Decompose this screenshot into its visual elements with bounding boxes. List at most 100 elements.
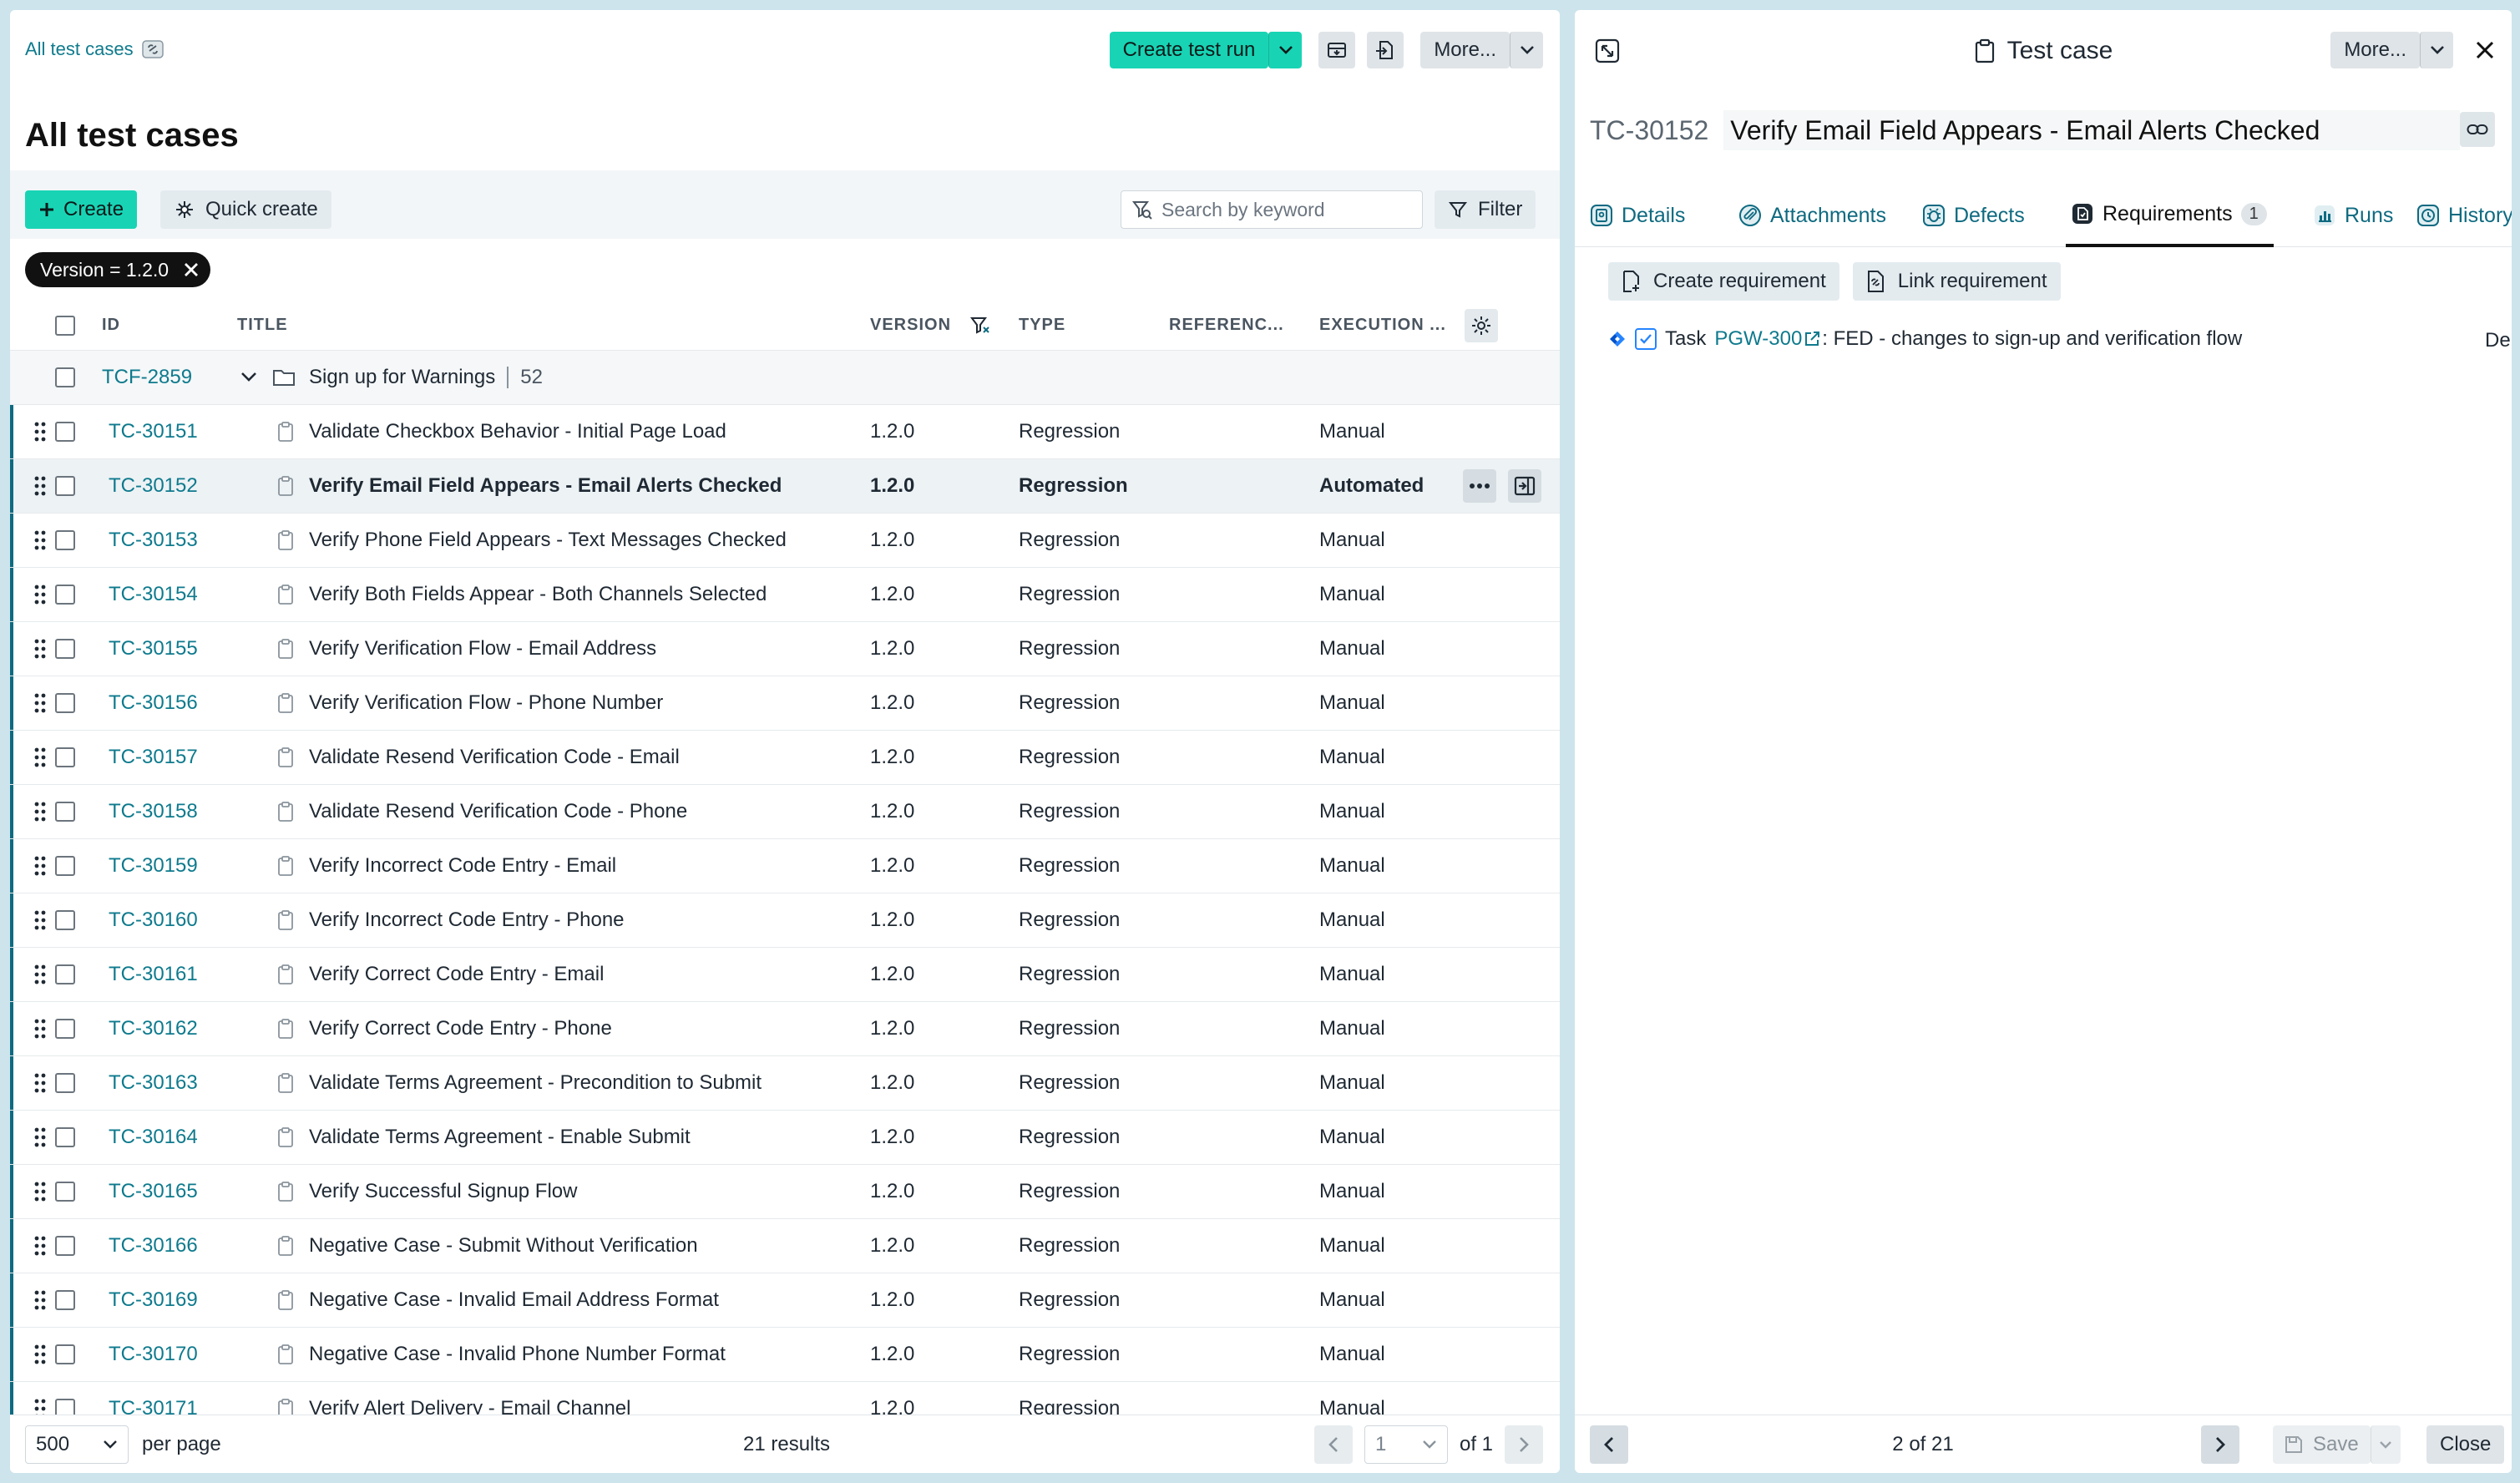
drag-handle-icon[interactable]: [33, 948, 47, 1001]
table-row[interactable]: TC-30151 Validate Checkbox Behavior - Ini…: [10, 405, 1560, 459]
table-row[interactable]: TC-30164 Validate Terms Agreement - Enabl…: [10, 1111, 1560, 1165]
table-row[interactable]: TC-30159 Verify Incorrect Code Entry - Em…: [10, 839, 1560, 893]
row-checkbox[interactable]: [55, 1127, 75, 1147]
column-header-type[interactable]: TYPE: [1019, 301, 1065, 350]
row-checkbox[interactable]: [55, 530, 75, 550]
detail-more-dropdown[interactable]: [2420, 32, 2453, 68]
table-row[interactable]: TC-30154 Verify Both Fields Appear - Both…: [10, 568, 1560, 622]
row-id-link[interactable]: TC-30161: [109, 948, 198, 1001]
row-checkbox[interactable]: [55, 910, 75, 930]
table-row[interactable]: TC-30152 Verify Email Field Appears - Ema…: [10, 459, 1560, 514]
table-row[interactable]: TC-30166 Negative Case - Submit Without V…: [10, 1219, 1560, 1273]
drag-handle-icon[interactable]: [33, 893, 47, 947]
row-id-link[interactable]: TC-30169: [109, 1273, 198, 1327]
drag-handle-icon[interactable]: [33, 568, 47, 621]
row-id-link[interactable]: TC-30164: [109, 1111, 198, 1164]
column-filter-icon[interactable]: [969, 315, 991, 337]
column-header-reference[interactable]: REFERENC...: [1169, 301, 1284, 350]
drag-handle-icon[interactable]: [33, 1056, 47, 1110]
import-button[interactable]: [1367, 32, 1404, 68]
group-row[interactable]: TCF-2859 Sign up for Warnings 52: [10, 351, 1560, 405]
more-dropdown[interactable]: [1510, 32, 1543, 68]
row-checkbox[interactable]: [55, 693, 75, 713]
row-checkbox[interactable]: [55, 856, 75, 876]
row-id-link[interactable]: TC-30155: [109, 622, 198, 676]
tab-details[interactable]: Details: [1590, 184, 1685, 247]
row-more-button[interactable]: [1463, 469, 1496, 503]
copy-link-button[interactable]: [2460, 112, 2495, 147]
row-checkbox[interactable]: [55, 1290, 75, 1310]
tab-attachments[interactable]: Attachments: [1738, 184, 1886, 247]
column-header-title[interactable]: TITLE: [237, 301, 288, 350]
table-row[interactable]: TC-30170 Negative Case - Invalid Phone Nu…: [10, 1328, 1560, 1382]
next-case-button[interactable]: [2201, 1425, 2239, 1464]
row-id-link[interactable]: TC-30160: [109, 893, 198, 947]
next-page-button[interactable]: [1505, 1425, 1543, 1464]
search-input[interactable]: [1161, 198, 1404, 221]
column-header-execution[interactable]: EXECUTION ...: [1319, 301, 1446, 350]
link-requirement-button[interactable]: Link requirement: [1852, 262, 2061, 301]
external-link-icon[interactable]: [1804, 331, 1820, 347]
row-id-link[interactable]: TC-30154: [109, 568, 198, 621]
table-row[interactable]: TC-30160 Verify Incorrect Code Entry - Ph…: [10, 893, 1560, 948]
column-header-version[interactable]: VERSION: [870, 301, 991, 350]
row-checkbox[interactable]: [55, 1236, 75, 1256]
save-button[interactable]: Save: [2273, 1425, 2371, 1464]
drag-handle-icon[interactable]: [33, 1165, 47, 1218]
tab-requirements[interactable]: Requirements 1: [2066, 184, 2274, 247]
create-button[interactable]: Create: [25, 190, 138, 229]
close-panel-icon[interactable]: [2475, 40, 2495, 60]
drag-handle-icon[interactable]: [33, 1328, 47, 1381]
tab-runs[interactable]: Runs: [2313, 184, 2393, 247]
table-row[interactable]: TC-30155 Verify Verification Flow - Email…: [10, 622, 1560, 676]
requirement-key-link[interactable]: PGW-300: [1714, 327, 1802, 351]
create-test-run-button[interactable]: Create test run: [1109, 32, 1269, 68]
detail-more-button[interactable]: More...: [2330, 32, 2420, 68]
row-id-link[interactable]: TC-30163: [109, 1056, 198, 1110]
close-icon[interactable]: [184, 262, 199, 277]
drag-handle-icon[interactable]: [33, 1219, 47, 1273]
drag-handle-icon[interactable]: [33, 839, 47, 893]
more-button[interactable]: More...: [1420, 32, 1510, 68]
column-header-id[interactable]: ID: [102, 301, 120, 350]
row-checkbox[interactable]: [55, 585, 75, 605]
row-id-link[interactable]: TC-30157: [109, 731, 198, 784]
chevron-down-icon[interactable]: [240, 351, 257, 404]
tab-defects[interactable]: Defects: [1922, 184, 2025, 247]
table-row[interactable]: TC-30169 Negative Case - Invalid Email Ad…: [10, 1273, 1560, 1328]
filter-button[interactable]: Filter: [1435, 190, 1536, 229]
row-checkbox[interactable]: [55, 1019, 75, 1039]
select-all-checkbox[interactable]: [55, 315, 75, 336]
row-checkbox[interactable]: [55, 1182, 75, 1202]
row-checkbox[interactable]: [55, 747, 75, 767]
tab-history[interactable]: History: [2416, 184, 2512, 247]
table-row[interactable]: TC-30153 Verify Phone Field Appears - Tex…: [10, 514, 1560, 568]
row-checkbox[interactable]: [55, 802, 75, 822]
prev-page-button[interactable]: [1313, 1425, 1353, 1464]
drag-handle-icon[interactable]: [33, 405, 47, 458]
table-row[interactable]: TC-30165 Verify Successful Signup Flow 1.2…: [10, 1165, 1560, 1219]
table-row[interactable]: TC-30156 Verify Verification Flow - Phone…: [10, 676, 1560, 731]
table-row[interactable]: TC-30163 Validate Terms Agreement - Preco…: [10, 1056, 1560, 1111]
row-id-link[interactable]: TC-30152: [109, 459, 198, 513]
row-checkbox[interactable]: [55, 1073, 75, 1093]
create-requirement-button[interactable]: Create requirement: [1608, 262, 1839, 301]
row-id-link[interactable]: TC-30153: [109, 514, 198, 567]
row-id-link[interactable]: TC-30165: [109, 1165, 198, 1218]
copy-link-icon[interactable]: [141, 40, 164, 58]
row-id-link[interactable]: TC-30158: [109, 785, 198, 838]
page-select[interactable]: 1: [1364, 1425, 1448, 1464]
table-row[interactable]: TC-30158 Validate Resend Verification Cod…: [10, 785, 1560, 839]
table-row[interactable]: TC-30157 Validate Resend Verification Cod…: [10, 731, 1560, 785]
create-test-run-dropdown[interactable]: [1268, 32, 1303, 68]
row-checkbox[interactable]: [55, 476, 75, 496]
drag-handle-icon[interactable]: [33, 1002, 47, 1055]
drag-handle-icon[interactable]: [33, 676, 47, 730]
save-dropdown[interactable]: [2370, 1425, 2401, 1464]
row-id-link[interactable]: TC-30166: [109, 1219, 198, 1273]
drag-handle-icon[interactable]: [33, 1111, 47, 1164]
row-checkbox[interactable]: [55, 422, 75, 442]
open-in-panel-button[interactable]: [1508, 469, 1541, 503]
row-id-link[interactable]: TC-30151: [109, 405, 198, 458]
close-button[interactable]: Close: [2426, 1425, 2505, 1464]
